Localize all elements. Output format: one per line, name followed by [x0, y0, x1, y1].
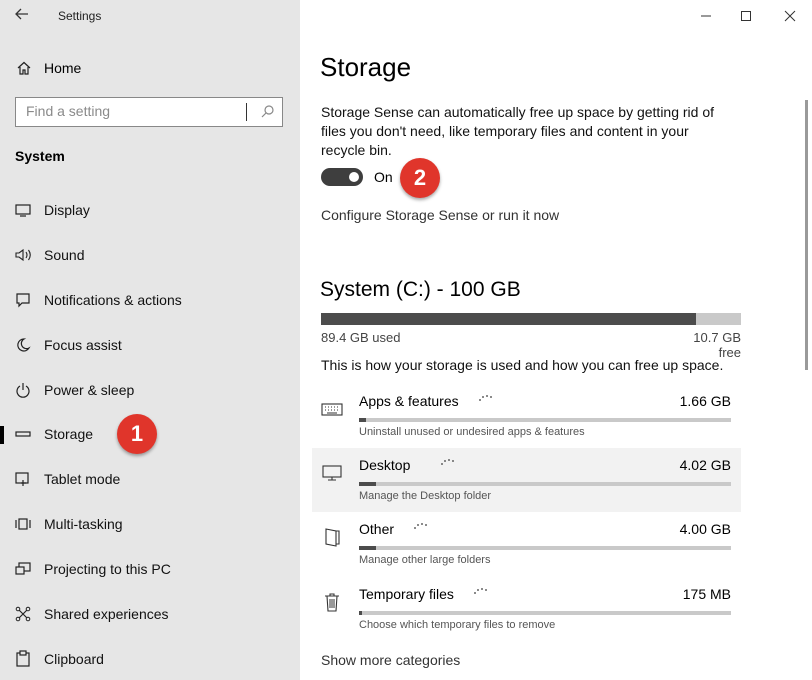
back-arrow-icon[interactable]	[14, 6, 34, 26]
home-nav[interactable]: Home	[14, 58, 81, 78]
sidebar-item-label: Shared experiences	[44, 606, 169, 622]
category-size: 4.02 GB	[679, 457, 731, 473]
category-usage-bar	[359, 418, 731, 422]
monitor-icon	[318, 460, 346, 486]
storage-usage-info: This is how your storage is used and how…	[321, 357, 724, 373]
scrollbar[interactable]	[805, 100, 808, 370]
sidebar-item-multitasking[interactable]: Multi-tasking	[0, 506, 300, 542]
home-label: Home	[44, 60, 82, 76]
category-name: Temporary files	[359, 586, 454, 602]
category-usage-fill	[359, 546, 376, 550]
main-content: Storage Storage Sense can automatically …	[300, 0, 812, 680]
shared-icon	[13, 604, 33, 624]
drive-icon	[13, 424, 33, 444]
category-name: Other	[359, 521, 395, 537]
category-size: 4.00 GB	[679, 521, 731, 537]
sidebar-item-label: Notifications & actions	[44, 292, 182, 308]
drive-usage-bar	[321, 313, 741, 325]
speaker-icon	[13, 245, 33, 265]
category-description: Uninstall unused or undesired apps & fea…	[359, 426, 585, 438]
drive-title: System (C:) - 100 GB	[320, 278, 521, 301]
category-usage-fill	[359, 418, 367, 422]
storage-sense-toggle[interactable]	[321, 168, 363, 186]
category-usage-fill	[359, 482, 376, 486]
toggle-knob	[349, 172, 359, 182]
text-cursor	[246, 103, 247, 121]
window-title: Settings	[58, 9, 102, 23]
minimize-icon[interactable]	[694, 4, 718, 28]
sidebar-item-sound[interactable]: Sound	[0, 237, 300, 273]
drive-free-label: 10.7 GB free	[693, 330, 741, 360]
category-temporary-files[interactable]: Temporary files 175 MB Choose which temp…	[312, 577, 741, 641]
folder-icon	[318, 524, 346, 550]
sidebar-item-label: Multi-tasking	[44, 516, 123, 532]
sidebar-item-tablet-mode[interactable]: Tablet mode	[0, 461, 300, 497]
annotation-badge-2: 2	[400, 158, 440, 198]
toggle-state-label: On	[374, 169, 393, 185]
category-usage-bar	[359, 482, 731, 486]
trash-icon	[318, 589, 346, 615]
category-description: Choose which temporary files to remove	[359, 619, 556, 631]
show-more-categories-link[interactable]: Show more categories	[321, 652, 460, 668]
category-usage-bar	[359, 611, 731, 615]
sidebar-item-shared-experiences[interactable]: Shared experiences	[0, 596, 300, 632]
maximize-icon[interactable]	[734, 4, 758, 28]
sidebar-item-label: Power & sleep	[44, 382, 135, 398]
sidebar-item-label: Clipboard	[44, 651, 104, 667]
sidebar-item-label: Sound	[44, 247, 85, 263]
category-description: Manage the Desktop folder	[359, 490, 492, 502]
sidebar-item-label: Tablet mode	[44, 471, 121, 487]
power-icon	[13, 380, 33, 400]
close-icon[interactable]	[778, 4, 802, 28]
sidebar-item-label: Storage	[44, 426, 94, 442]
category-usage-bar	[359, 546, 731, 550]
drive-usage-fill	[321, 313, 697, 325]
category-description: Manage other large folders	[359, 554, 491, 566]
sidebar-item-label: Focus assist	[44, 337, 122, 353]
search-box[interactable]	[15, 97, 283, 127]
page-title: Storage	[320, 52, 412, 82]
category-usage-fill	[359, 611, 362, 615]
category-name: Apps & features	[359, 393, 459, 409]
message-icon	[13, 290, 33, 310]
clipboard-icon	[13, 649, 33, 669]
tablet-icon	[13, 469, 33, 489]
sidebar-item-display[interactable]: Display	[0, 192, 300, 228]
keyboard-icon	[318, 396, 346, 422]
sidebar-item-clipboard[interactable]: Clipboard	[0, 641, 300, 677]
annotation-badge-1: 1	[117, 414, 157, 454]
loading-spinner-icon	[472, 583, 490, 594]
search-icon[interactable]	[260, 104, 276, 120]
loading-spinner-icon	[439, 454, 457, 465]
drive-used-label: 89.4 GB used	[321, 330, 401, 345]
storage-sense-description: Storage Sense can automatically free up …	[321, 104, 715, 158]
home-icon	[14, 58, 34, 78]
sidebar-item-notifications[interactable]: Notifications & actions	[0, 282, 300, 318]
loading-spinner-icon	[477, 390, 495, 401]
search-input[interactable]	[16, 98, 256, 124]
category-desktop[interactable]: Desktop 4.02 GB Manage the Desktop folde…	[312, 448, 741, 512]
sidebar-item-projecting[interactable]: Projecting to this PC	[0, 551, 300, 587]
monitor-icon	[13, 200, 33, 220]
sidebar-item-power-sleep[interactable]: Power & sleep	[0, 372, 300, 408]
category-size: 175 MB	[682, 586, 731, 602]
multitask-icon	[13, 514, 33, 534]
sidebar-item-label: Projecting to this PC	[44, 561, 171, 577]
sidebar-item-label: Display	[44, 202, 90, 218]
section-heading: System	[15, 148, 65, 164]
loading-spinner-icon	[412, 518, 430, 529]
projector-icon	[13, 559, 33, 579]
category-name: Desktop	[359, 457, 411, 473]
category-other[interactable]: Other 4.00 GB Manage other large folders	[312, 512, 741, 576]
moon-icon	[13, 335, 33, 355]
configure-storage-sense-link[interactable]: Configure Storage Sense or run it now	[321, 207, 559, 223]
category-apps-features[interactable]: Apps & features 1.66 GB Uninstall unused…	[312, 384, 741, 448]
category-size: 1.66 GB	[679, 393, 731, 409]
sidebar: Settings Home System Display Sound Notif…	[0, 0, 300, 680]
sidebar-item-focus-assist[interactable]: Focus assist	[0, 327, 300, 363]
